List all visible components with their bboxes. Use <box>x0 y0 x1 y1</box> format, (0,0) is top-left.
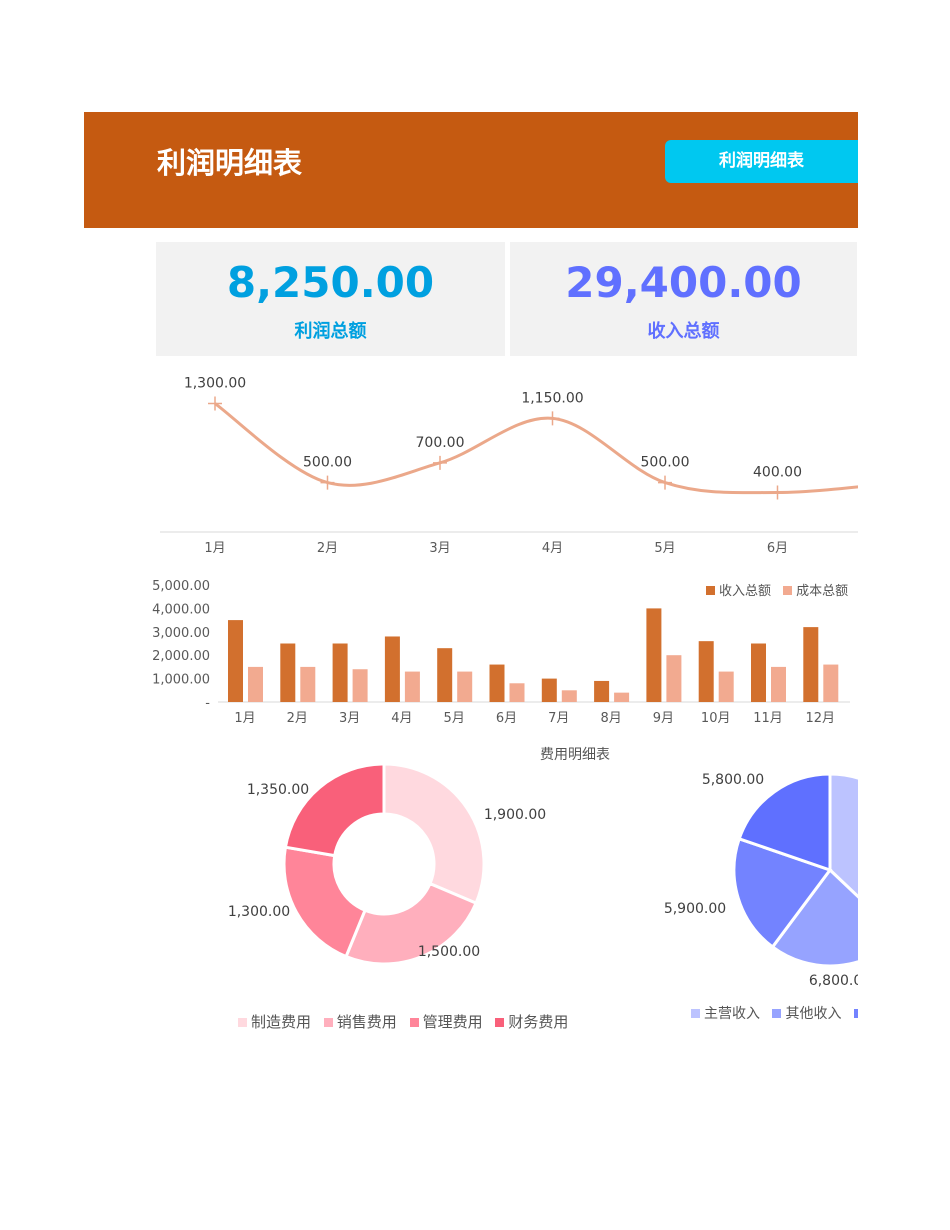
line-data-label: 400.00 <box>753 464 802 480</box>
bar-x-tick: 7月 <box>548 711 569 726</box>
bar-x-tick: 11月 <box>753 711 783 726</box>
line-data-label: 700.00 <box>416 435 465 451</box>
revenue-bar <box>698 641 714 702</box>
revenue-bar <box>489 664 505 702</box>
legend-swatch <box>691 1009 700 1018</box>
bar-x-tick: 5月 <box>444 711 465 726</box>
line-data-label: 500.00 <box>641 455 690 471</box>
line-marker <box>658 475 672 490</box>
legend-label: 销售费用 <box>336 1013 397 1031</box>
legend-label: 管理费用 <box>422 1013 483 1031</box>
bar-x-tick: 6月 <box>496 711 517 726</box>
line-marker <box>545 411 560 426</box>
bar-x-tick: 3月 <box>339 711 360 726</box>
donut-data-label: 1,300.00 <box>228 904 290 920</box>
charts-canvas: 1,300.00 1月 500.00 2月 700.00 3月 1,150.00 4月 500.… <box>152 376 858 989</box>
line-x-tick: 3月 <box>429 541 450 556</box>
donut-slice <box>283 762 386 858</box>
bar-x-tick: 2月 <box>287 711 308 726</box>
revenue-bar <box>280 643 296 702</box>
revenue-bar <box>594 680 610 702</box>
donut-legend: 制造费用 销售费用 管理费用 财务费用 <box>230 1011 568 1032</box>
legend-label: 财务费用 <box>508 1013 569 1031</box>
line-x-tick: 5月 <box>654 541 675 556</box>
bar-x-tick: 8月 <box>600 711 621 726</box>
bar-x-tick: 4月 <box>391 711 412 726</box>
cost-bar <box>718 671 734 702</box>
revenue-bar <box>437 648 453 702</box>
legend-swatch <box>409 1018 419 1027</box>
bar-y-tick: 4,000.00 <box>152 602 210 617</box>
bar-y-tick: 2,000.00 <box>152 649 210 664</box>
legend-label: 其他收入 <box>785 1006 842 1022</box>
revenue-bar <box>803 627 819 702</box>
line-data-label: 1,150.00 <box>521 390 583 406</box>
bar-x-tick: 1月 <box>234 711 255 726</box>
bar-y-tick: 5,000.00 <box>152 579 210 594</box>
line-marker <box>770 485 785 500</box>
cost-bar <box>248 666 263 702</box>
line-x-tick: 2月 <box>317 541 338 556</box>
cost-bar <box>771 666 786 702</box>
bar-y-tick: - <box>205 696 210 711</box>
bar-legend: 收入总额 成本总额 <box>698 580 848 599</box>
bar-y-tick: 1,000.00 <box>152 673 210 688</box>
line-x-tick: 6月 <box>767 541 788 556</box>
revenue-bar <box>228 620 243 702</box>
cost-bar <box>666 655 682 702</box>
line-marker <box>320 475 335 490</box>
bar-x-tick: 9月 <box>653 711 674 726</box>
legend-swatch <box>706 586 715 595</box>
legend-swatch <box>783 586 793 595</box>
donut-data-label: 1,900.00 <box>484 807 546 823</box>
legend-swatch <box>495 1018 505 1027</box>
cost-bar <box>614 692 630 702</box>
donut-data-label: 1,350.00 <box>247 782 309 798</box>
cost-bar <box>404 671 420 702</box>
pie-data-label: 5,800.00 <box>702 772 764 788</box>
line-x-tick: 4月 <box>542 541 563 556</box>
line-data-label: 500.00 <box>303 455 352 471</box>
bar-x-tick: 12月 <box>806 711 836 726</box>
donut-data-label: 1,500.00 <box>418 944 480 960</box>
bar-y-tick: 3,000.00 <box>152 626 210 641</box>
pie-data-label: 5,900.00 <box>664 901 726 917</box>
donut-slice <box>282 845 367 959</box>
line-x-tick: 1月 <box>204 541 225 556</box>
revenue-bar <box>384 636 400 702</box>
legend-swatch <box>238 1018 247 1027</box>
revenue-bar <box>751 643 766 702</box>
line-data-label: 1,300.00 <box>184 376 246 392</box>
bar-x-tick: 10月 <box>701 711 731 726</box>
cost-bar <box>352 669 368 702</box>
legend-swatch <box>772 1009 782 1018</box>
expense-chart-title: 费用明细表 <box>540 747 610 763</box>
cost-bar <box>300 666 316 702</box>
cost-bar <box>509 683 525 702</box>
pie-data-label: 6,800.00 <box>809 973 858 989</box>
legend-label: 收入总额 <box>719 584 772 599</box>
line-marker <box>433 455 447 470</box>
pie-legend: 主营收入 其他收入 <box>683 1003 858 1023</box>
donut-slice <box>382 762 486 906</box>
revenue-bar <box>332 643 348 702</box>
dashboard: 利润明细表 利润明细表 8,250.00 利润总额 29,400.00 收入总额… <box>0 0 950 1230</box>
cost-bar <box>457 671 473 702</box>
legend-swatch <box>853 1009 858 1018</box>
revenue-bar <box>541 678 557 702</box>
revenue-bar <box>646 608 662 702</box>
legend-label: 成本总额 <box>796 584 849 599</box>
cost-bar <box>823 664 839 702</box>
legend-label: 主营收入 <box>704 1006 760 1022</box>
cost-bar <box>561 690 577 702</box>
legend-label: 制造费用 <box>251 1013 312 1031</box>
legend-swatch <box>323 1018 333 1027</box>
